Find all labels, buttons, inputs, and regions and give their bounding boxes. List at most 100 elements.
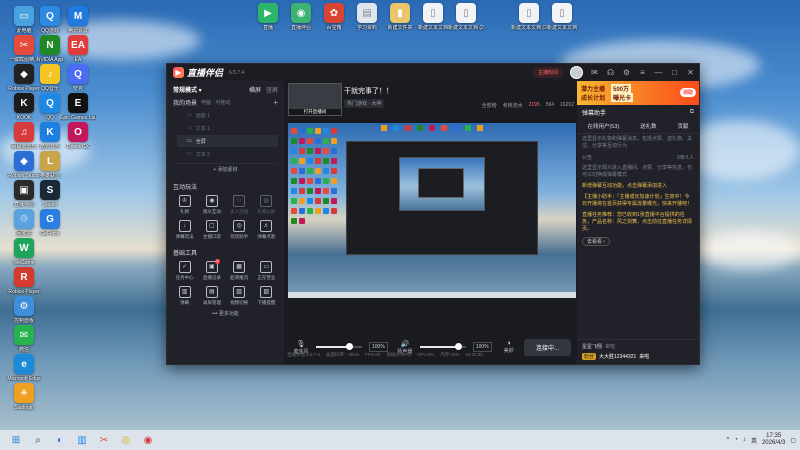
clock[interactable]: 17:35 2026/4/3 (762, 433, 785, 447)
more-features-button[interactable]: ••• 更多功能 (173, 310, 278, 317)
desktop-icon[interactable]: O Opera GX (60, 122, 96, 150)
stat-rank[interactable]: 全部榜 (482, 102, 497, 109)
desktop-icon[interactable]: E Epic Games Launcher (60, 93, 96, 121)
desktop-icon[interactable]: R Roblox Player (6, 267, 42, 295)
edge-taskbar-icon[interactable]: ◐ (52, 432, 68, 448)
new-feature-notice[interactable]: 新增弹幕互动功能，点击弹幕添加进入 (577, 181, 699, 192)
desktop-icon[interactable]: ✉ 微信 (6, 325, 42, 353)
app-taskbar-icon[interactable]: ▥ (74, 432, 90, 448)
source-item[interactable]: ▭ 全屏 (177, 135, 278, 147)
desktop-icon[interactable]: ▶ 直播 (250, 3, 286, 31)
close-icon[interactable]: ✕ (686, 68, 695, 77)
menu-icon[interactable]: ≡ (638, 68, 647, 77)
logo-icon: ▶ (173, 67, 184, 78)
room-title[interactable]: 干就完事了！！ (344, 86, 393, 96)
tool-item[interactable]: ◉ 观众互动 (198, 194, 225, 215)
room-category[interactable]: 热门游戏 · 大神 (344, 99, 385, 108)
mic-slider-knob[interactable] (346, 343, 354, 350)
search-icon[interactable]: ⌕ (30, 432, 46, 448)
tool-item[interactable]: ♬ 弹幕点歌 (253, 219, 280, 240)
desktop-icon[interactable]: ▯ 新建文本文档 (3) (511, 3, 547, 31)
minimize-icon[interactable]: — (654, 68, 663, 77)
tool-item[interactable]: ◎ 玩玩助手 (226, 219, 253, 240)
title-bar[interactable]: ▶ 直播伴侣 6.5.7.4 主播时间 ✉ ☊ ⚙ ≡ — □ ✕ (167, 64, 699, 81)
landscape-tab[interactable]: 横屏 (249, 85, 261, 94)
tool-item[interactable]: ▭ 正在营业 (253, 260, 280, 281)
preview-nested-window (346, 141, 538, 255)
desktop-icon[interactable]: ▯ 新建文本文档 (544, 3, 580, 31)
headset-icon[interactable]: ☊ (606, 68, 615, 77)
desktop-icon[interactable]: G GeForce (32, 209, 68, 237)
tool-item[interactable]: ▣ 1 直播记录 (198, 259, 225, 281)
network-icon[interactable]: ◔ (734, 437, 738, 443)
desktop-icon[interactable]: L 英雄联盟 (32, 151, 68, 179)
preview-nested-preview (399, 157, 485, 211)
notification-icon[interactable]: ▢ (790, 437, 796, 444)
desktop-icon[interactable]: ▯ 新建文本文档 (415, 3, 451, 31)
desktop-icon[interactable]: ☀ Sunlogin (6, 383, 42, 411)
stream-preview[interactable] (288, 123, 576, 298)
message-icon[interactable]: ✉ (590, 68, 599, 77)
tool-item[interactable]: ▦ 超清推流 (226, 260, 253, 281)
avatar[interactable] (570, 66, 583, 79)
maximize-icon[interactable]: □ (670, 68, 679, 77)
app-icon: EA (68, 35, 88, 55)
speaker-volume-slider[interactable] (419, 343, 466, 350)
chat-username[interactable]: 星星飞翔 (582, 343, 602, 350)
source-item[interactable]: ▭ 文本 1 (177, 122, 278, 134)
speaker-percent[interactable]: 100% (472, 342, 492, 352)
banner-claim-button[interactable]: 领取 (679, 88, 696, 97)
tool-item[interactable]: ▧ 视频切换 (226, 285, 253, 306)
tool-item[interactable]: ▨ 下播提醒 (253, 285, 280, 306)
desktop-icon[interactable]: ▮ 新建文件夹 (382, 3, 418, 31)
netease-taskbar-icon[interactable]: ◉ (140, 432, 156, 448)
beauty-icon: ◑ (506, 340, 511, 347)
tool-item[interactable]: ▤ 录屏管理 (198, 285, 225, 306)
mic-volume-slider[interactable] (316, 343, 362, 350)
source-item[interactable]: ▭ 画面 1 (177, 109, 278, 121)
desktop-icon[interactable]: Q 夸克 (60, 64, 96, 92)
desktop-icon[interactable]: ▤ 学习资料 (349, 3, 385, 31)
chat-user-2[interactable]: 大大胜12344321 (599, 353, 636, 360)
tool-item[interactable]: ✓ 任务中心 (171, 260, 198, 281)
tool-item[interactable]: ♔ 礼物 (171, 194, 198, 215)
add-source-button[interactable]: + 添加素材 (173, 163, 278, 176)
tab-gift-count[interactable]: 送礼数 (640, 122, 657, 130)
portrait-tab[interactable]: 竖屏 (266, 85, 278, 94)
mic-percent[interactable]: 100% (369, 342, 388, 352)
tray-chevron-icon[interactable]: ^ (727, 437, 730, 443)
volume-icon[interactable]: ♪ (743, 437, 746, 443)
add-scene-icon[interactable]: + (273, 98, 278, 107)
desktop-icon[interactable]: S Steam (32, 180, 68, 208)
my-scenes-label: 我的场景 (173, 101, 198, 107)
desktop-icon[interactable]: EA EA (60, 35, 96, 63)
popout-icon[interactable]: ⧉ (690, 109, 694, 116)
mode-dropdown[interactable]: 常规模式 ▾ (173, 85, 202, 94)
desktop-icon[interactable]: M 腾讯会议 (60, 6, 96, 34)
tab-online-users[interactable]: 在线用户(53) (587, 122, 619, 130)
desktop-icon[interactable]: ◉ 直播伴侣 (283, 3, 319, 31)
input-language[interactable]: 英 (751, 436, 757, 445)
view-task-button[interactable]: 去看看 › (582, 237, 611, 246)
desktop-icon[interactable]: ⚙ 控制面板 (6, 296, 42, 324)
tool-item[interactable]: ▢ 主播口袋 (198, 219, 225, 240)
schedule-button[interactable]: 主播时间 (532, 67, 563, 78)
promo-banner[interactable]: 潜力主播 成长计划 500万 曝光卡 领取 (577, 81, 699, 105)
music-taskbar-icon[interactable]: ◎ (118, 432, 134, 448)
source-item[interactable]: ▭ 文本 2 (177, 148, 278, 160)
speaker-slider-knob[interactable] (455, 343, 463, 350)
tool-item[interactable]: ▥ 弹幕 (171, 285, 198, 306)
windows-start-icon[interactable]: ⊞ (8, 432, 24, 448)
settings-icon[interactable]: ⚙ (622, 68, 631, 77)
desktop-icon[interactable]: W WeGame (6, 238, 42, 266)
tool-item[interactable]: ↓ 弹幕玩法 (171, 219, 198, 240)
preview-icon (291, 138, 297, 144)
tool-item[interactable]: ⚇ 多人连线 (226, 194, 253, 215)
desktop-icon[interactable]: ▯ 新建文本文档 (2) (448, 3, 484, 31)
desktop-icon[interactable]: ✿ 百宝箱 (316, 3, 352, 31)
screenshot-taskbar-icon[interactable]: ✂ (96, 432, 112, 448)
desktop-icon[interactable]: e Microsoft Edge (6, 354, 42, 382)
tab-contribution[interactable]: 贡献 (678, 122, 689, 130)
tool-item[interactable]: ▤ 礼物公屏 (253, 194, 280, 215)
room-cover[interactable]: 打开直播间 (288, 83, 342, 116)
